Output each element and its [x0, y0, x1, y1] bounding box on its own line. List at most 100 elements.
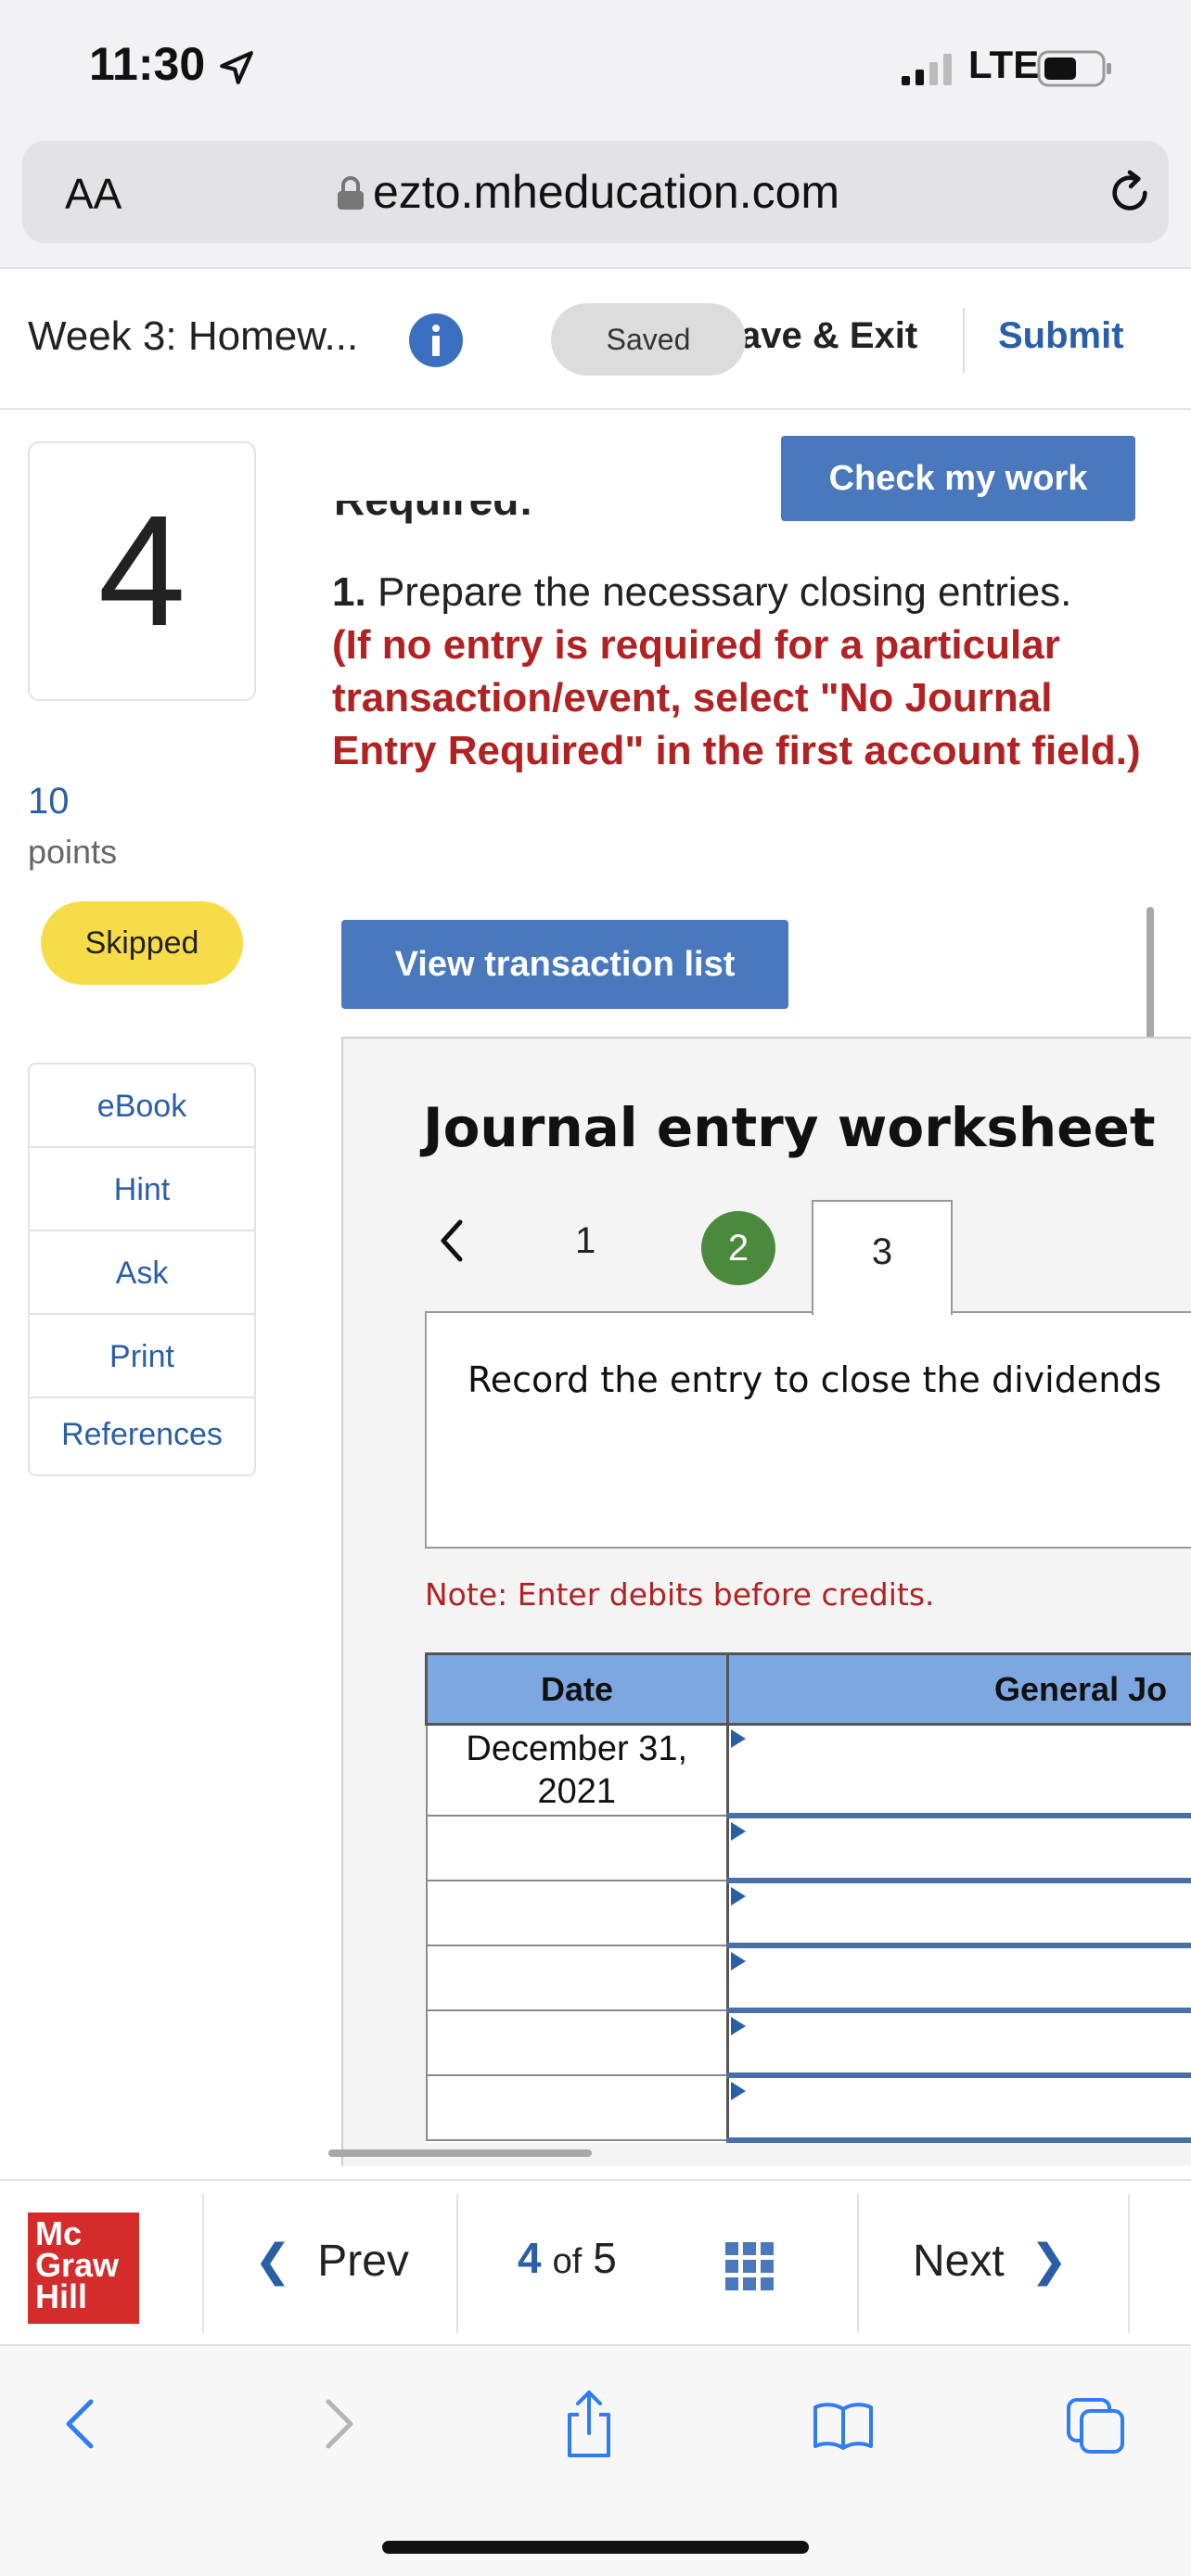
question-number: 4 [97, 483, 186, 659]
view-transaction-list-button[interactable]: View transaction list [341, 920, 788, 1009]
instruction-number: 1. [332, 569, 366, 615]
table-row [425, 2073, 1191, 2143]
dropdown-triangle-icon [731, 1821, 746, 1841]
horizontal-scrollbar[interactable] [328, 2149, 592, 2157]
worksheet-tab-2-completed[interactable]: 2 [701, 1211, 775, 1285]
side-menu-references[interactable]: References [30, 1398, 254, 1474]
lock-icon [338, 176, 364, 210]
back-arrow-icon[interactable] [48, 2387, 113, 2461]
tabs-icon[interactable] [1063, 2387, 1128, 2461]
account-input-cell[interactable] [726, 1723, 1191, 1818]
dropdown-triangle-icon [731, 2016, 746, 2035]
home-indicator[interactable] [382, 2541, 809, 2554]
worksheet-title: Journal entry worksheet [423, 1096, 1156, 1159]
bookmarks-icon[interactable] [811, 2387, 876, 2461]
nav-divider [456, 2194, 458, 2333]
date-cell[interactable] [425, 1944, 729, 2011]
question-navigation-bar: Mc Graw Hill ❮ Prev 4 of 5 Next ❯ [0, 2179, 1191, 2344]
nav-divider [1128, 2194, 1130, 2333]
safari-toolbar [0, 2344, 1191, 2576]
prev-label: Prev [317, 2237, 409, 2286]
info-icon[interactable] [408, 312, 464, 368]
network-type: LTE [968, 43, 1040, 86]
page-counter[interactable]: 4 of 5 [518, 2233, 617, 2283]
account-input-cell[interactable] [726, 2073, 1191, 2143]
table-row: December 31, 2021 [425, 1723, 1191, 1818]
dropdown-triangle-icon [731, 1951, 746, 1970]
instruction-text: Prepare the necessary closing entries. [377, 569, 1072, 615]
worksheet-instruction: Record the entry to close the dividends [467, 1359, 1162, 1400]
journal-table-header: Date General Jo [425, 1652, 1191, 1726]
prev-button[interactable]: ❮ Prev [254, 2235, 409, 2287]
date-column-header: Date [425, 1652, 729, 1726]
browser-address-area: AA ezto.mheducation.com [0, 139, 1191, 269]
current-page: 4 [518, 2234, 542, 2282]
location-arrow-icon [220, 51, 253, 84]
cellular-signal-icon [902, 54, 952, 85]
assignment-header: Week 3: Homew... Saved ave & Exit Submit [0, 271, 1191, 410]
points-label: points [28, 833, 118, 871]
text-size-button[interactable]: AA [65, 169, 122, 219]
logo-line: Graw [35, 2246, 120, 2284]
mcgraw-hill-logo: Mc Graw Hill [28, 2213, 139, 2324]
worksheet-instruction-box: Record the entry to close the dividends [425, 1311, 1191, 1549]
required-heading: Required: [334, 501, 612, 527]
date-cell[interactable] [425, 2073, 729, 2141]
saved-status-badge: Saved [551, 303, 746, 376]
date-cell[interactable] [425, 1814, 729, 1881]
dropdown-triangle-icon [731, 1886, 746, 1906]
dropdown-triangle-icon [731, 2081, 746, 2100]
journal-table: Date General Jo December 31, 2021 [425, 1652, 1191, 2143]
journal-entry-worksheet: Journal entry worksheet 1 2 3 Record the… [341, 1037, 1191, 2166]
instruction-note: (If no entry is required for a particula… [332, 622, 1141, 773]
address-bar[interactable]: AA ezto.mheducation.com [22, 141, 1169, 243]
chevron-left-icon: ❮ [254, 2237, 292, 2286]
status-time: 11:30 [89, 38, 206, 90]
table-row [425, 1814, 1191, 1883]
submit-button[interactable]: Submit [998, 315, 1124, 357]
battery-icon [1037, 50, 1111, 87]
date-cell[interactable] [425, 2009, 729, 2076]
account-input-cell[interactable] [726, 2009, 1191, 2078]
question-number-box: 4 [28, 441, 256, 701]
date-cell[interactable]: December 31, 2021 [425, 1723, 729, 1817]
side-menu: eBook Hint Ask Print References [28, 1063, 256, 1476]
forward-arrow-icon[interactable] [306, 2387, 371, 2461]
next-button[interactable]: Next ❯ [913, 2235, 1068, 2287]
date-cell-text: December 31, 2021 [466, 1728, 688, 1811]
next-label: Next [913, 2237, 1005, 2286]
nav-divider [202, 2194, 204, 2333]
account-input-cell[interactable] [726, 1814, 1191, 1883]
side-menu-ebook[interactable]: eBook [30, 1065, 254, 1148]
question-instructions: 1. Prepare the necessary closing entries… [332, 566, 1148, 777]
table-row [425, 2009, 1191, 2078]
status-bar: 11:30 LTE [0, 0, 1191, 139]
chevron-left-icon[interactable] [432, 1213, 469, 1269]
logo-line: Mc [35, 2214, 83, 2252]
assignment-title[interactable]: Week 3: Homew... [28, 313, 358, 360]
side-menu-print[interactable]: Print [30, 1315, 254, 1398]
text-size-label: AA [65, 170, 122, 218]
account-input-cell[interactable] [726, 1944, 1191, 2013]
required-heading-text: Required: [334, 501, 533, 525]
date-cell[interactable] [425, 1879, 729, 1946]
grid-icon[interactable] [724, 2240, 775, 2292]
table-row [425, 1879, 1191, 1948]
worksheet-tab-1[interactable]: 1 [575, 1220, 596, 1262]
table-row [425, 1944, 1191, 2013]
side-menu-ask[interactable]: Ask [30, 1231, 254, 1315]
chevron-right-icon: ❯ [1030, 2237, 1068, 2286]
worksheet-note: Note: Enter debits before credits. [425, 1576, 935, 1613]
side-menu-hint[interactable]: Hint [30, 1148, 254, 1231]
skipped-status-badge: Skipped [41, 901, 243, 985]
worksheet-tab-3-active[interactable]: 3 [812, 1200, 953, 1315]
url-text: ezto.mheducation.com [373, 166, 840, 218]
of-label: of [552, 2242, 583, 2281]
share-icon[interactable] [557, 2387, 621, 2461]
nav-divider [857, 2194, 859, 2333]
reload-icon[interactable] [1104, 167, 1156, 219]
total-pages: 5 [593, 2234, 617, 2282]
account-input-cell[interactable] [726, 1879, 1191, 1948]
check-my-work-button[interactable]: Check my work [781, 436, 1135, 521]
points-value: 10 [28, 781, 70, 822]
